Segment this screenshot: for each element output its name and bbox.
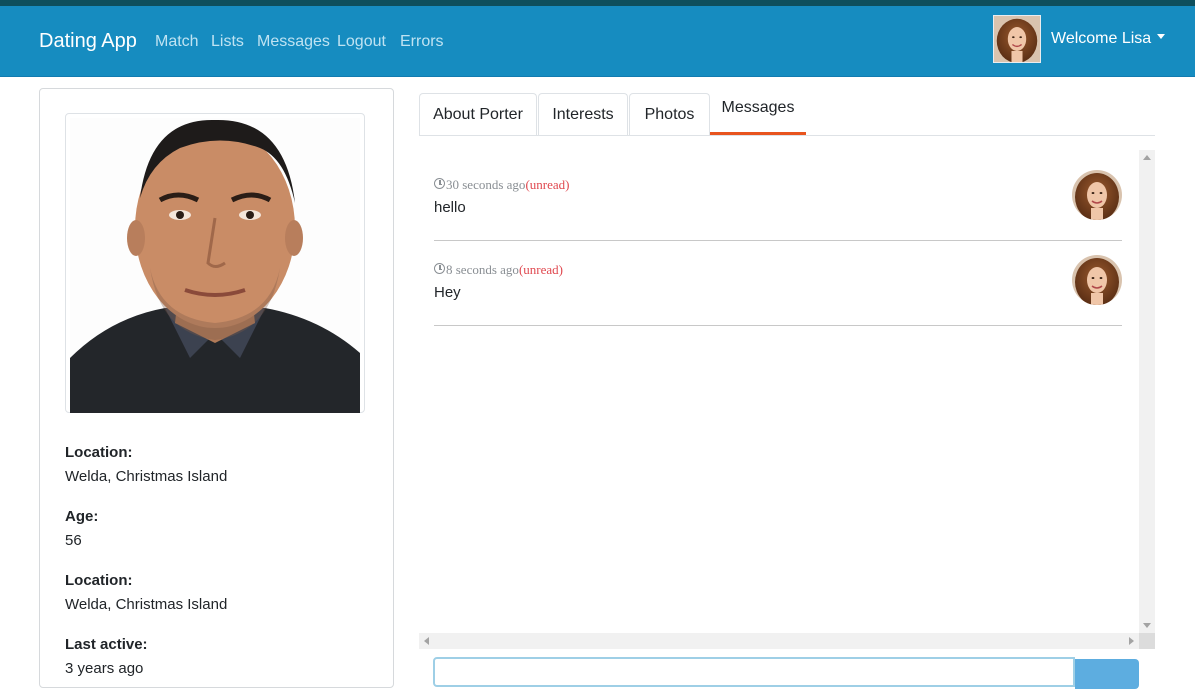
last-active-value: 3 years ago bbox=[65, 660, 144, 677]
message-time-text: 8 seconds ago bbox=[446, 262, 519, 277]
location-value: Welda, Christmas Island bbox=[65, 468, 228, 485]
tab-interests[interactable]: Interests bbox=[538, 93, 628, 135]
age-value: 56 bbox=[65, 532, 82, 549]
message-text: hello bbox=[434, 199, 466, 216]
message-text: Hey bbox=[434, 284, 461, 301]
vertical-scrollbar[interactable] bbox=[1139, 150, 1155, 633]
active-tab-indicator bbox=[710, 132, 806, 135]
message-avatar bbox=[1072, 170, 1122, 220]
tab-about[interactable]: About Porter bbox=[419, 93, 537, 135]
unread-badge: (unread) bbox=[518, 262, 563, 277]
tab-photos[interactable]: Photos bbox=[629, 93, 710, 135]
caret-down-icon bbox=[1157, 34, 1166, 40]
message-item: 8 seconds ago(unread) Hey bbox=[434, 240, 1122, 326]
message-item: 30 seconds ago(unread) hello bbox=[434, 155, 1122, 241]
clock-icon bbox=[434, 178, 445, 189]
scroll-corner bbox=[1139, 633, 1155, 649]
location-label-2: Location: bbox=[65, 572, 133, 589]
location-label: Location: bbox=[65, 444, 133, 461]
scroll-left-icon[interactable] bbox=[424, 637, 429, 645]
send-button[interactable] bbox=[1075, 659, 1139, 689]
brand-link[interactable]: Dating App bbox=[39, 30, 137, 53]
horizontal-scrollbar[interactable] bbox=[419, 633, 1139, 649]
message-timestamp: 8 seconds ago(unread) bbox=[434, 262, 563, 278]
navbar: Dating App Match Lists Messages Logout E… bbox=[0, 6, 1195, 77]
message-input[interactable] bbox=[433, 657, 1075, 687]
unread-badge: (unread) bbox=[525, 177, 570, 192]
tab-messages[interactable]: Messages bbox=[710, 93, 806, 135]
last-active-label: Last active: bbox=[65, 636, 148, 653]
scroll-down-icon[interactable] bbox=[1143, 623, 1151, 628]
message-avatar bbox=[1072, 255, 1122, 305]
profile-tabs: About Porter Interests Photos Messages bbox=[419, 93, 1155, 136]
location-value-2: Welda, Christmas Island bbox=[65, 596, 228, 613]
profile-photo bbox=[65, 113, 365, 413]
message-timestamp: 30 seconds ago(unread) bbox=[434, 177, 569, 193]
nav-link-lists[interactable]: Lists bbox=[211, 33, 244, 51]
user-avatar bbox=[993, 15, 1041, 63]
clock-icon bbox=[434, 263, 445, 274]
nav-link-match[interactable]: Match bbox=[155, 33, 199, 51]
message-time-text: 30 seconds ago bbox=[446, 177, 526, 192]
message-list: 30 seconds ago(unread) hello 8 seconds a… bbox=[419, 150, 1139, 633]
nav-link-logout[interactable]: Logout bbox=[337, 33, 386, 51]
scroll-right-icon[interactable] bbox=[1129, 637, 1134, 645]
user-dropdown-toggle[interactable]: Welcome Lisa bbox=[1051, 30, 1166, 48]
nav-link-errors[interactable]: Errors bbox=[400, 33, 444, 51]
scroll-up-icon[interactable] bbox=[1143, 155, 1151, 160]
member-photo bbox=[70, 118, 360, 413]
age-label: Age: bbox=[65, 508, 99, 525]
welcome-text: Welcome Lisa bbox=[1051, 30, 1152, 47]
profile-card: Location: Welda, Christmas Island Age: 5… bbox=[39, 88, 394, 688]
nav-link-messages[interactable]: Messages bbox=[257, 33, 330, 51]
